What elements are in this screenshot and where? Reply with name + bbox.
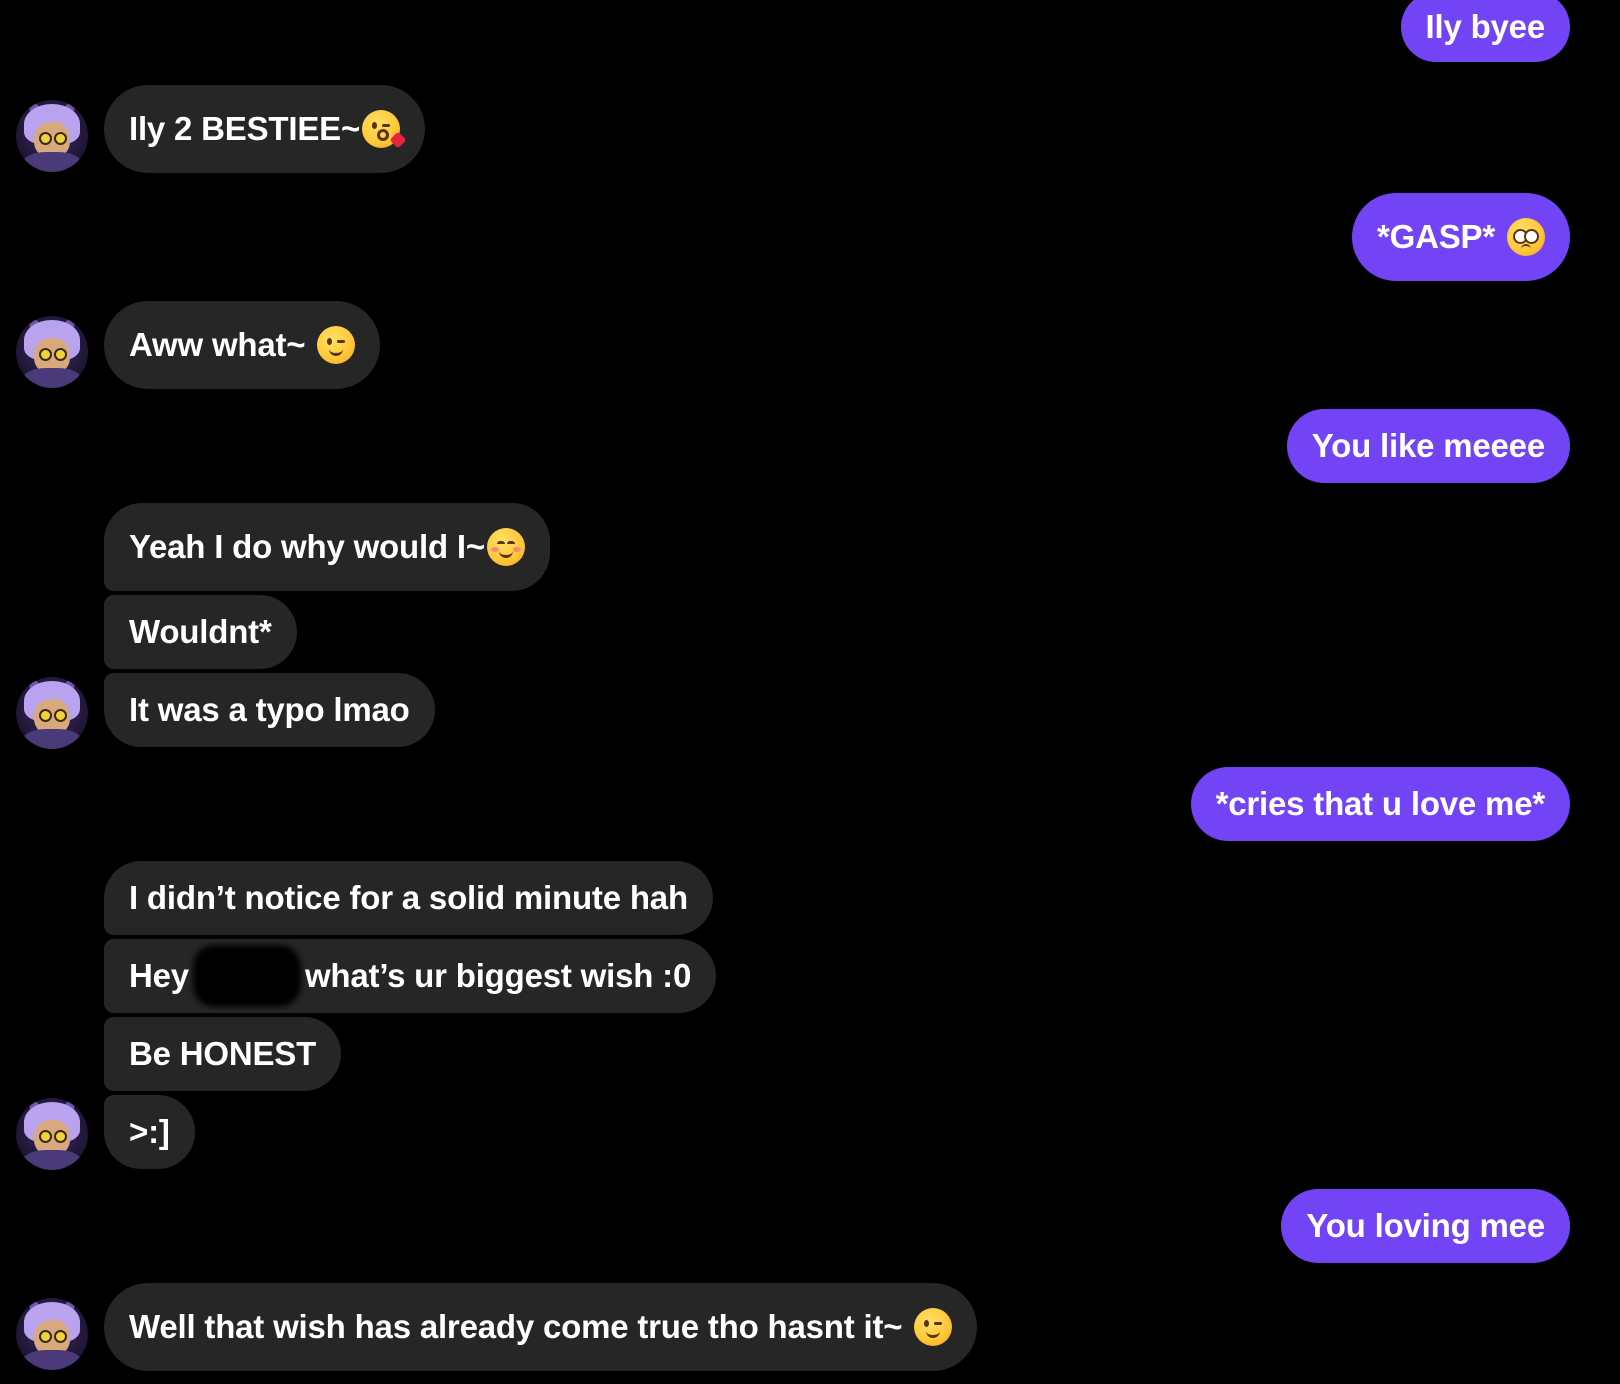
outgoing-message[interactable]: *cries that u love me*	[1190, 767, 1570, 841]
message-text: *GASP*	[1376, 218, 1495, 255]
incoming-message[interactable]: Wouldnt*	[104, 595, 297, 669]
message-text: Ily 2 BESTIEE~	[129, 110, 361, 147]
incoming-message[interactable]: Well that wish has already come true tho…	[104, 1283, 978, 1371]
message-text: Wouldnt*	[129, 613, 272, 650]
outgoing-message[interactable]: You loving mee	[1281, 1189, 1570, 1263]
incoming-message[interactable]: Be HONEST	[104, 1017, 342, 1091]
outgoing-message[interactable]: *GASP*	[1351, 193, 1570, 281]
message-text: Aww what~	[129, 326, 306, 363]
incoming-message[interactable]: >:]	[104, 1095, 195, 1169]
incoming-message[interactable]: Aww what~	[104, 301, 381, 389]
message-text: Well that wish has already come true tho…	[129, 1308, 903, 1345]
message-text: >:]	[129, 1113, 170, 1150]
redaction-mark	[192, 945, 301, 1007]
winking-face-icon	[317, 326, 356, 364]
incoming-message[interactable]: Hey what’s ur biggest wish :0	[104, 939, 717, 1013]
message-text: what’s ur biggest wish :0	[304, 957, 692, 994]
message-text: It was a typo lmao	[129, 691, 410, 728]
incoming-message[interactable]: Ily 2 BESTIEE~	[104, 85, 426, 173]
pleading-face-icon	[1507, 218, 1545, 256]
message-text: You like meeee	[1311, 427, 1545, 464]
incoming-message[interactable]: It was a typo lmao	[104, 673, 435, 747]
outgoing-message[interactable]: You like meeee	[1286, 409, 1570, 483]
message-text: Ily byee	[1425, 8, 1546, 45]
kissing-face-icon	[362, 110, 407, 149]
outgoing-message[interactable]: Ily byee	[1400, 0, 1570, 62]
message-text: Be HONEST	[129, 1035, 317, 1072]
contact-avatar[interactable]	[16, 677, 88, 749]
contact-avatar[interactable]	[16, 1098, 88, 1170]
incoming-message[interactable]: Yeah I do why would I~	[104, 503, 550, 591]
message-text: *cries that u love me*	[1215, 785, 1546, 822]
message-text: I didn’t notice for a solid minute hah	[129, 879, 688, 916]
contact-avatar[interactable]	[16, 316, 88, 388]
message-text: Yeah I do why would I~	[129, 528, 485, 565]
contact-avatar[interactable]	[16, 100, 88, 172]
incoming-message[interactable]: I didn’t notice for a solid minute hah	[104, 861, 713, 935]
winking-face-icon	[914, 1308, 953, 1346]
message-text: Hey	[129, 957, 189, 994]
contact-avatar[interactable]	[16, 1298, 88, 1370]
smiling-blush-face-icon	[486, 528, 525, 566]
message-text: You loving mee	[1306, 1207, 1545, 1244]
